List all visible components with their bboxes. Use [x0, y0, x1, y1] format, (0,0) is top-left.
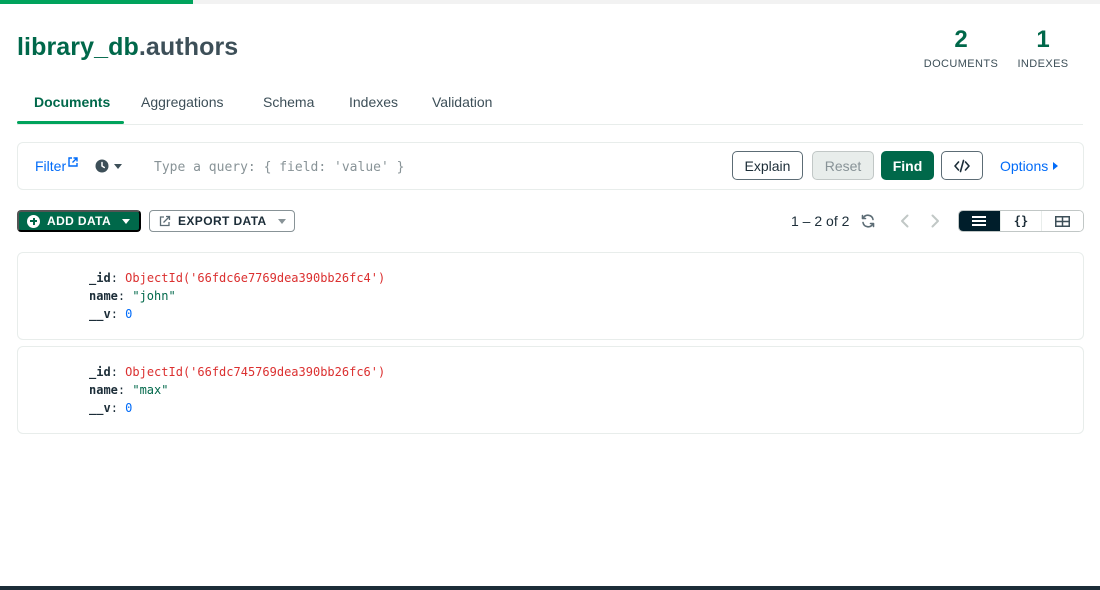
table-view-icon	[1055, 215, 1071, 227]
pagination-summary: 1 – 2 of 2	[791, 213, 850, 229]
options-label: Options	[1000, 158, 1049, 174]
documents-count-label: DOCUMENTS	[923, 58, 999, 70]
field-value[interactable]: "max"	[132, 383, 168, 397]
list-view-button[interactable]	[959, 211, 1001, 231]
tab-aggregations[interactable]: Aggregations	[141, 94, 224, 110]
field-colon: :	[117, 289, 133, 303]
filter-link[interactable]: Filter	[35, 157, 78, 174]
tab-documents[interactable]: Documents	[34, 94, 110, 110]
add-data-label: ADD DATA	[47, 214, 112, 228]
field-value[interactable]: 0	[125, 307, 132, 321]
documents-count-value: 2	[954, 26, 968, 53]
chevron-down-icon	[114, 163, 122, 169]
field-value[interactable]: "john"	[132, 289, 175, 303]
field-key: name	[89, 383, 118, 397]
tab-schema[interactable]: Schema	[263, 94, 314, 110]
clock-icon	[95, 159, 109, 173]
reset-button[interactable]: Reset	[812, 151, 874, 180]
chevron-left-icon[interactable]	[898, 213, 912, 229]
filter-label: Filter	[35, 158, 67, 174]
documents-count-stat[interactable]: 2 DOCUMENTS	[922, 26, 1000, 70]
field-colon: :	[117, 383, 133, 397]
table-view-button[interactable]	[1042, 211, 1083, 231]
chevron-down-icon	[277, 218, 286, 224]
json-view-button[interactable]: {}	[1000, 211, 1043, 231]
namespace-collection: authors	[145, 33, 239, 61]
export-data-button[interactable]: EXPORT DATA	[149, 210, 295, 232]
find-button[interactable]: Find	[881, 151, 934, 180]
document-field: __v: 0	[89, 307, 132, 321]
field-value[interactable]: ObjectId('66fdc745769dea390bb26fc6')	[125, 365, 385, 379]
json-view-icon: {}	[1013, 214, 1029, 228]
document-card[interactable]: _id: ObjectId('66fdc6e7769dea390bb26fc4'…	[17, 252, 1084, 340]
export-data-label: EXPORT DATA	[178, 214, 267, 228]
collection-tabs: Documents Aggregations Schema Indexes Va…	[17, 88, 1083, 125]
field-key: _id	[89, 271, 111, 285]
document-field: __v: 0	[89, 401, 132, 415]
field-colon: :	[110, 307, 126, 321]
indexes-count-stat[interactable]: 1 INDEXES	[1017, 26, 1069, 70]
query-bar: Filter Explain Reset Find Options	[17, 142, 1084, 190]
triangle-right-icon	[1053, 162, 1059, 170]
document-field: _id: ObjectId('66fdc745769dea390bb26fc6'…	[89, 365, 385, 379]
field-value[interactable]: 0	[125, 401, 132, 415]
field-key: _id	[89, 365, 111, 379]
tab-validation[interactable]: Validation	[432, 94, 492, 110]
field-colon: :	[110, 401, 126, 415]
refresh-icon[interactable]	[860, 213, 876, 229]
namespace-db: library_db	[17, 33, 139, 61]
field-value[interactable]: ObjectId('66fdc6e7769dea390bb26fc4')	[125, 271, 385, 285]
document-card[interactable]: _id: ObjectId('66fdc745769dea390bb26fc6'…	[17, 346, 1084, 434]
namespace-separator: .	[138, 33, 146, 61]
code-icon	[954, 159, 970, 172]
bottom-border	[0, 586, 1100, 590]
loading-progress-bar	[0, 0, 193, 4]
loading-progress-track	[193, 0, 1100, 4]
export-to-language-button[interactable]	[941, 151, 983, 180]
chevron-right-icon[interactable]	[928, 213, 942, 229]
query-history-button[interactable]	[95, 159, 122, 173]
indexes-count-label: INDEXES	[1017, 58, 1069, 70]
view-toggle: {}	[958, 210, 1084, 232]
external-link-icon	[68, 157, 78, 167]
list-view-icon	[972, 216, 987, 226]
tab-indexes[interactable]: Indexes	[349, 94, 398, 110]
chevron-down-icon	[122, 218, 131, 224]
field-colon: :	[110, 365, 126, 379]
explain-button[interactable]: Explain	[732, 151, 803, 180]
field-colon: :	[110, 271, 126, 285]
indexes-count-value: 1	[1036, 26, 1050, 53]
active-tab-indicator	[17, 121, 124, 124]
export-icon	[159, 215, 171, 227]
page-title: library_db.authors	[17, 33, 238, 62]
add-data-button[interactable]: ADD DATA	[17, 210, 141, 232]
field-key: __v	[89, 401, 111, 415]
query-input[interactable]	[154, 155, 714, 179]
document-field: _id: ObjectId('66fdc6e7769dea390bb26fc4'…	[89, 271, 385, 285]
document-field: name: "john"	[89, 289, 176, 303]
plus-circle-icon	[27, 214, 40, 228]
options-toggle[interactable]: Options	[1000, 158, 1059, 174]
field-key: name	[89, 289, 118, 303]
document-field: name: "max"	[89, 383, 168, 397]
field-key: __v	[89, 307, 111, 321]
